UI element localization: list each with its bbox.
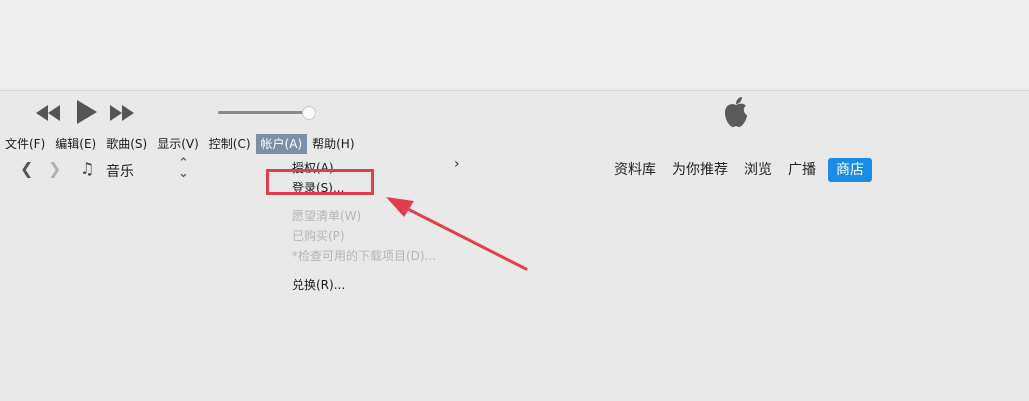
menu-view[interactable]: 显示(V) (152, 134, 204, 154)
menu-help[interactable]: 帮助(H) (307, 134, 359, 154)
volume-knob[interactable] (302, 106, 316, 120)
navigation-row: ❮ ❯ ♫ 音乐 ⌃ ⌄ 资料库 为你推荐 浏览 广播 商店 (0, 157, 1029, 184)
rewind-icon (36, 105, 60, 121)
itunes-window: 文件(F) 编辑(E) 歌曲(S) 显示(V) 控制(C) 帐户(A) 帮助(H… (0, 90, 1029, 401)
menu-item-redeem-label: 兑换(R)... (292, 278, 346, 292)
tab-library[interactable]: 资料库 (606, 158, 664, 182)
rewind-button[interactable] (36, 101, 62, 125)
menu-item-redeem[interactable]: 兑换(R)... (292, 276, 345, 293)
tab-store[interactable]: 商店 (828, 158, 872, 182)
tab-radio[interactable]: 广播 (780, 158, 824, 182)
chevron-right-icon[interactable]: ❯ (48, 159, 61, 178)
tab-for-you[interactable]: 为你推荐 (664, 158, 736, 182)
menu-song[interactable]: 歌曲(S) (101, 134, 152, 154)
desktop-background (0, 0, 1029, 90)
menu-item-wishlist: 愿望清单(W) (292, 207, 361, 224)
annotation-arrow (386, 197, 528, 271)
volume-track (218, 111, 306, 114)
submenu-arrow-icon: › (454, 156, 460, 172)
volume-slider[interactable] (218, 106, 318, 120)
apple-logo-icon (722, 96, 750, 128)
playback-toolbar (0, 91, 1029, 133)
menu-item-purchased-label: 已购买(P) (292, 229, 345, 243)
updown-icon[interactable]: ⌃ ⌄ (178, 157, 189, 180)
menu-account[interactable]: 帐户(A) (255, 134, 308, 154)
menu-controls[interactable]: 控制(C) (204, 134, 256, 154)
nav-tabs: 资料库 为你推荐 浏览 广播 商店 (606, 158, 872, 182)
menu-bar: 文件(F) 编辑(E) 歌曲(S) 显示(V) 控制(C) 帐户(A) 帮助(H… (0, 134, 360, 154)
media-type-label[interactable]: 音乐 (106, 161, 134, 181)
fast-forward-icon (110, 105, 134, 121)
tab-browse[interactable]: 浏览 (736, 158, 780, 182)
menu-item-wishlist-label: 愿望清单(W) (292, 209, 362, 223)
music-note-icon: ♫ (80, 159, 95, 178)
play-button[interactable] (76, 99, 98, 125)
chevron-left-icon[interactable]: ❮ (20, 159, 33, 178)
play-icon (77, 100, 97, 124)
annotation-highlight-box (266, 169, 374, 195)
menu-file[interactable]: 文件(F) (0, 134, 50, 154)
menu-item-purchased: 已购买(P) (292, 227, 345, 244)
fast-forward-button[interactable] (110, 101, 136, 125)
menu-edit[interactable]: 编辑(E) (50, 134, 101, 154)
